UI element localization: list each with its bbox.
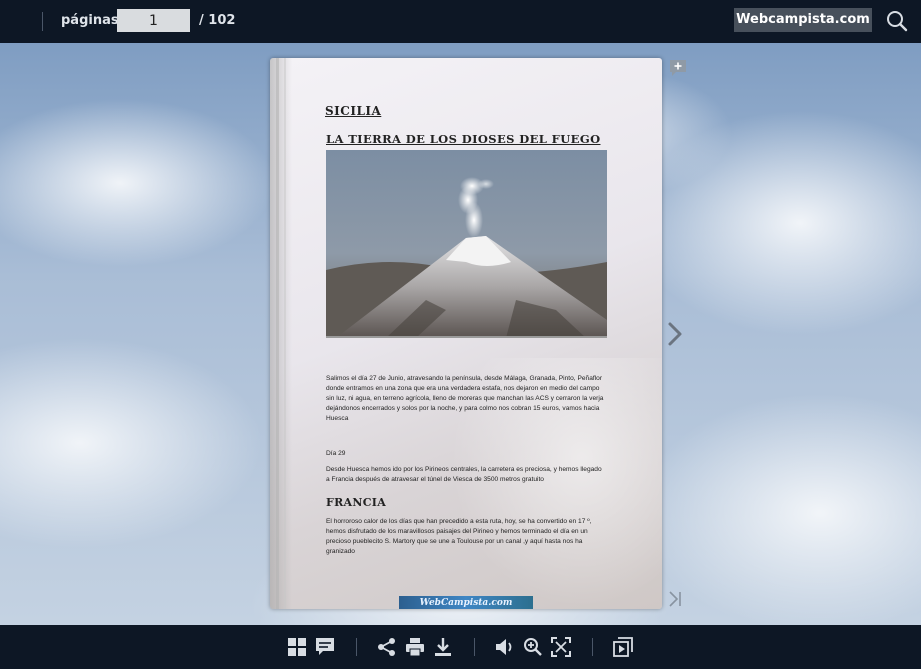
last-page-icon[interactable] xyxy=(667,590,683,608)
toolbar-separator xyxy=(474,638,475,656)
toolbar-separator xyxy=(42,12,43,31)
day-label: Día 29 xyxy=(326,450,346,457)
heading-sicilia: SICILIA xyxy=(325,104,382,118)
pages-label: páginas: xyxy=(61,13,124,28)
download-icon[interactable] xyxy=(433,637,453,657)
search-icon[interactable] xyxy=(886,10,908,32)
footer-logo: WebCampista.com xyxy=(399,596,533,609)
volcano-photo xyxy=(326,150,607,338)
zoom-in-icon[interactable] xyxy=(523,637,543,657)
fullscreen-icon[interactable] xyxy=(551,637,571,657)
page-number-input[interactable] xyxy=(117,9,190,32)
slideshow-icon[interactable] xyxy=(613,637,633,657)
heading-tierra: LA TIERRA DE LOS DIOSES DEL FUEGO xyxy=(326,132,601,146)
paragraph-2: Desde Huesca hemos ido por los Pirineos … xyxy=(326,466,602,483)
add-bookmark-icon[interactable] xyxy=(669,59,687,77)
thumbnails-icon[interactable] xyxy=(287,637,307,657)
total-pages: / 102 xyxy=(199,13,236,28)
page-spine xyxy=(276,58,279,609)
toolbar-separator xyxy=(356,638,357,656)
paragraph-1: Salimos el día 27 de Junio, atravesando … xyxy=(326,375,604,422)
print-icon[interactable] xyxy=(405,637,425,657)
bottom-toolbar xyxy=(0,625,921,669)
share-icon[interactable] xyxy=(377,637,397,657)
notes-icon[interactable] xyxy=(315,637,335,657)
toolbar-separator xyxy=(592,638,593,656)
paragraph-3: El horroroso calor de los días que han p… xyxy=(326,518,592,555)
book-page[interactable]: SICILIA LA TIERRA DE LOS DIOSES DEL FUEG… xyxy=(270,58,662,609)
sound-icon[interactable] xyxy=(495,637,515,657)
heading-francia: FRANCIA xyxy=(326,496,387,509)
site-button[interactable]: Webcampista.com xyxy=(734,8,872,32)
chevron-right-icon[interactable] xyxy=(666,321,684,347)
page-spine-shadow xyxy=(284,58,286,609)
top-toolbar: páginas: / 102 Webcampista.com xyxy=(0,0,921,43)
